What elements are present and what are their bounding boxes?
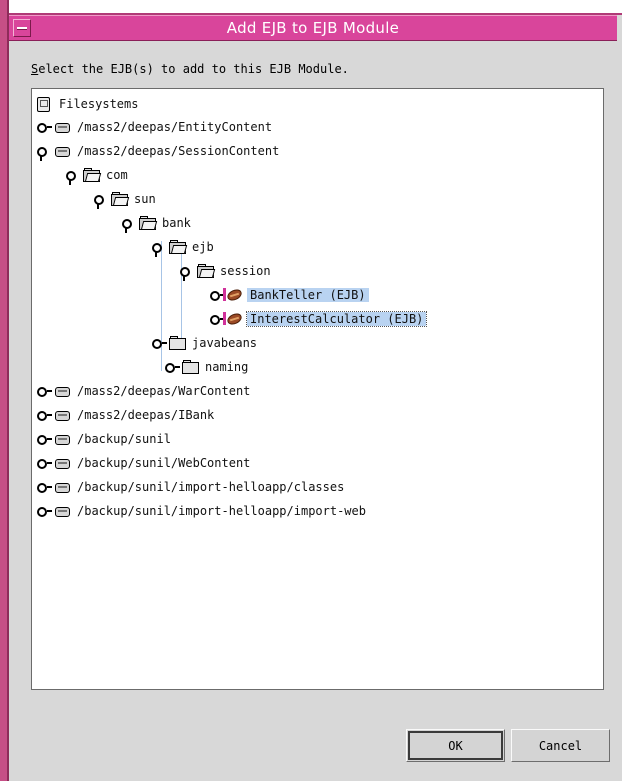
tree-node-webcontent[interactable]: /backup/sunil/WebContent	[36, 452, 253, 474]
tree-node-label: sun	[134, 192, 156, 206]
drive-icon	[54, 408, 70, 422]
title-bar[interactable]: Add EJB to EJB Module	[9, 15, 617, 41]
tree-node-label: BankTeller (EJB)	[247, 288, 369, 302]
tree-node-filesystems[interactable]: Filesystems	[36, 93, 141, 115]
tree-node-label: /mass2/deepas/IBank	[77, 408, 215, 422]
tree-node-label: /mass2/deepas/WarContent	[77, 384, 251, 398]
tree-node-sun[interactable]: sun	[93, 188, 159, 210]
expand-handle-icon[interactable]	[209, 312, 225, 326]
cancel-button[interactable]: Cancel	[511, 729, 610, 762]
tree-node-bankteller[interactable]: BankTeller (EJB)	[209, 284, 369, 306]
tree-node-naming[interactable]: naming	[164, 356, 251, 378]
drive-icon	[54, 144, 70, 158]
tree-node-interestcalculator[interactable]: InterestCalculator (EJB)	[209, 308, 428, 330]
tree-node-label: /backup/sunil	[77, 432, 171, 446]
bean-icon	[223, 311, 244, 327]
collapse-handle-icon[interactable]	[93, 192, 107, 209]
tree-node-label: com	[106, 168, 128, 182]
tree-node-label: bank	[162, 216, 191, 230]
expand-handle-icon[interactable]	[36, 408, 52, 422]
tree-node-label: /backup/sunil/WebContent	[77, 456, 251, 470]
instruction-rest: elect the EJB(s) to add to this EJB Modu…	[38, 62, 349, 76]
tree-node-com[interactable]: com	[65, 164, 131, 186]
expand-handle-icon[interactable]	[36, 432, 52, 446]
tree-node-label: /backup/sunil/import-helloapp/import-web	[77, 504, 366, 518]
filesystems-icon	[36, 97, 52, 112]
expand-handle-icon[interactable]	[36, 480, 52, 494]
bean-icon	[223, 287, 244, 303]
folder-open-icon	[169, 240, 188, 254]
expand-handle-icon[interactable]	[36, 384, 52, 398]
collapse-handle-icon[interactable]	[179, 264, 193, 281]
dialog-window: Add EJB to EJB Module Select the EJB(s) …	[0, 0, 622, 781]
window-title: Add EJB to EJB Module	[226, 19, 400, 37]
filesystem-tree[interactable]: Filesystems /mass2/deepas/EntityContent …	[31, 88, 604, 690]
tree-node-label: naming	[205, 360, 249, 374]
collapse-handle-icon[interactable]	[151, 240, 165, 257]
tree-node-javabeans[interactable]: javabeans	[151, 332, 260, 354]
collapse-handle-icon[interactable]	[121, 216, 135, 233]
tree-node-label: javabeans	[192, 336, 258, 350]
folder-open-icon	[197, 264, 216, 278]
expand-handle-icon[interactable]	[151, 336, 167, 350]
tree-node-label: /backup/sunil/import-helloapp/classes	[77, 480, 345, 494]
folder-icon	[182, 360, 199, 374]
drive-icon	[54, 456, 70, 470]
ok-button[interactable]: OK	[406, 729, 505, 762]
tree-node-bank[interactable]: bank	[121, 212, 194, 234]
tree-node-label: ejb	[192, 240, 214, 254]
collapse-handle-icon[interactable]	[36, 144, 50, 161]
folder-icon	[169, 336, 186, 350]
expand-handle-icon[interactable]	[36, 120, 52, 134]
expand-handle-icon[interactable]	[36, 504, 52, 518]
drive-icon	[54, 120, 70, 134]
tree-node-label: /mass2/deepas/SessionContent	[77, 144, 280, 158]
drive-icon	[54, 480, 70, 494]
drive-icon	[54, 384, 70, 398]
folder-open-icon	[83, 168, 102, 182]
tree-node-ejb[interactable]: ejb	[151, 236, 217, 258]
tree-node-import-web[interactable]: /backup/sunil/import-helloapp/import-web	[36, 500, 369, 522]
instruction-text: Select the EJB(s) to add to this EJB Mod…	[31, 62, 349, 76]
tree-node-sessioncontent[interactable]: /mass2/deepas/SessionContent	[36, 140, 282, 162]
drive-icon	[54, 504, 70, 518]
tree-node-import-classes[interactable]: /backup/sunil/import-helloapp/classes	[36, 476, 347, 498]
tree-node-session[interactable]: session	[179, 260, 274, 282]
tree-node-warcontent[interactable]: /mass2/deepas/WarContent	[36, 380, 253, 402]
expand-handle-icon[interactable]	[164, 360, 180, 374]
tree-node-label: InterestCalculator (EJB)	[245, 311, 428, 327]
tree-node-ibank[interactable]: /mass2/deepas/IBank	[36, 404, 217, 426]
collapse-handle-icon[interactable]	[65, 168, 79, 185]
tree-node-sunil[interactable]: /backup/sunil	[36, 428, 174, 450]
tree-node-entitycontent[interactable]: /mass2/deepas/EntityContent	[36, 116, 275, 138]
expand-handle-icon[interactable]	[209, 288, 225, 302]
tree-node-label: session	[220, 264, 271, 278]
folder-open-icon	[111, 192, 130, 206]
window-top-strip	[9, 0, 622, 15]
window-frame-left	[0, 0, 9, 781]
expand-handle-icon[interactable]	[36, 456, 52, 470]
tree-node-label: /mass2/deepas/EntityContent	[77, 120, 273, 134]
tree-node-label: Filesystems	[59, 97, 139, 111]
folder-open-icon	[139, 216, 158, 230]
drive-icon	[54, 432, 70, 446]
